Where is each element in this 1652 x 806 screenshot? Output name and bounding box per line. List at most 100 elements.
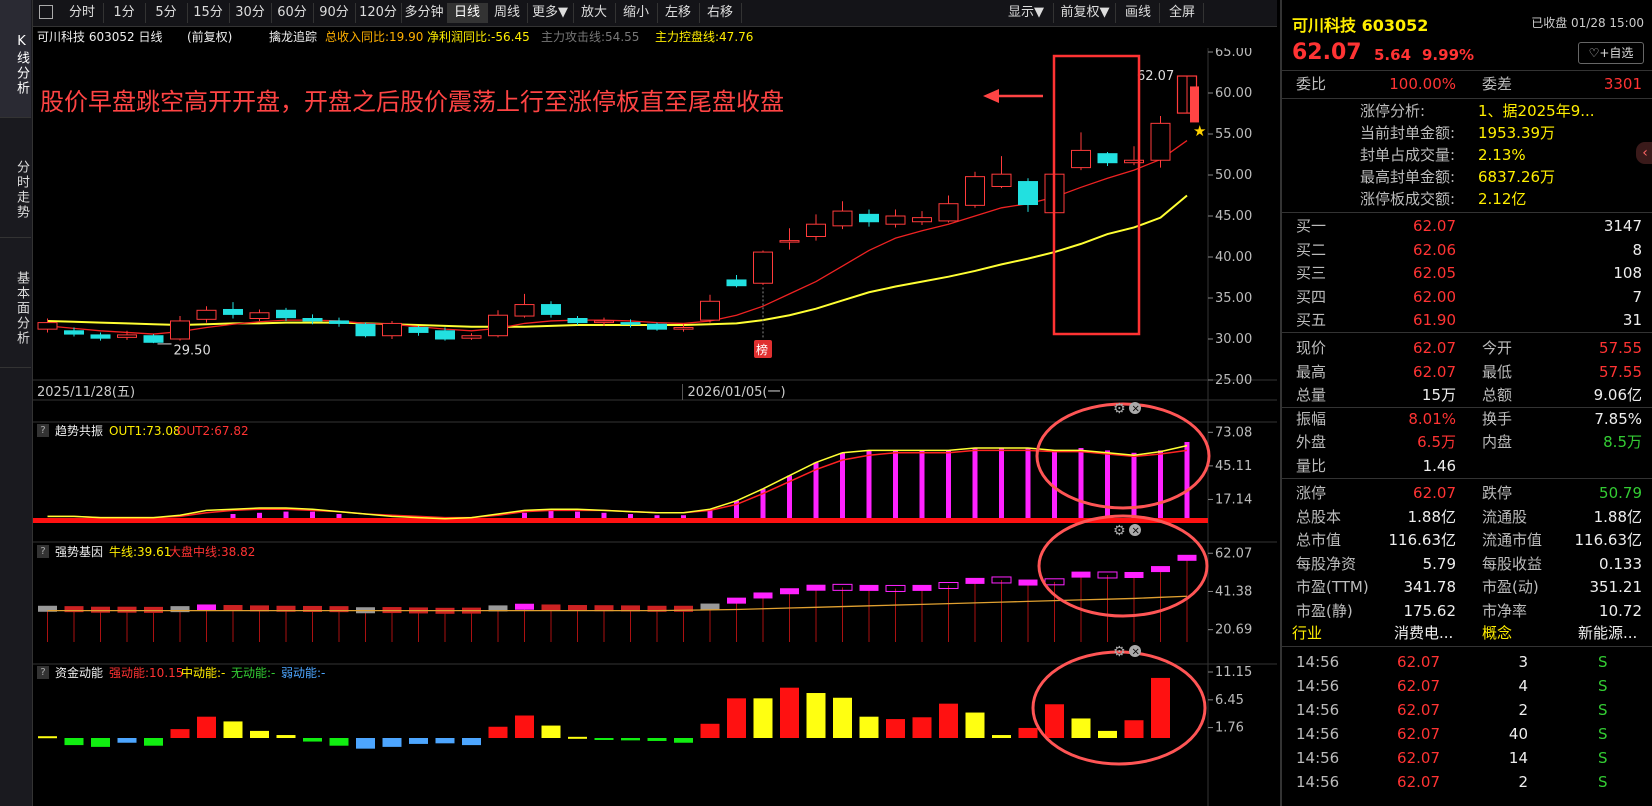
y-tick-label: 50.00: [1215, 168, 1252, 183]
period-button-13[interactable]: 缩小: [615, 3, 658, 23]
tick-trade-row: 14:56 62.07 2 S: [1296, 773, 1608, 791]
gear-icon[interactable]: ⚙: [1113, 401, 1126, 417]
candle-body: [355, 323, 376, 337]
momentum-bar: [753, 698, 773, 738]
momentum-bar: [250, 730, 269, 738]
help-icon[interactable]: ?: [37, 545, 49, 558]
momentum-bar: [727, 698, 746, 738]
order-ratio-row: 委比 100.00% 委差 3301: [1296, 75, 1642, 93]
y-tick-label: 25.00: [1215, 373, 1252, 388]
tab-intraday[interactable]: 分时走势: [0, 118, 31, 238]
toolbar-right-button-0[interactable]: 显示▼: [999, 3, 1054, 23]
quote-stat-row: 外盘 6.5万 内盘 8.5万: [1296, 433, 1642, 451]
period-button-7[interactable]: 120分: [355, 3, 402, 23]
chart-title: 可川科技 603052 日线: [37, 30, 163, 44]
candle-body: [249, 312, 270, 320]
limit-star-icon: ★: [1193, 122, 1206, 140]
momentum-bar: [91, 738, 110, 747]
sub3-name[interactable]: 资金动能: [55, 664, 103, 682]
period-button-12[interactable]: 放大: [573, 3, 616, 23]
fq-mode[interactable]: (前复权): [187, 27, 232, 47]
collapse-arrow-icon[interactable]: ‹: [1636, 142, 1652, 164]
period-button-5[interactable]: 60分: [271, 3, 314, 23]
candle-body: [673, 327, 694, 330]
momentum-bar: [939, 703, 958, 738]
grid-icon[interactable]: [39, 5, 53, 19]
period-button-9[interactable]: 日线: [447, 3, 488, 23]
period-button-14[interactable]: 左移: [657, 3, 700, 23]
period-button-8[interactable]: 多分钟: [401, 3, 448, 23]
resonance-bar: [1131, 452, 1137, 520]
period-button-6[interactable]: 90分: [313, 3, 356, 23]
limit-up-row: 封单占成交量: 2.13%: [1360, 146, 1526, 164]
y-tick-label: 20.69: [1215, 623, 1252, 638]
period-button-3[interactable]: 15分: [187, 3, 230, 23]
momentum-bar: [117, 738, 137, 743]
bid-level-row: 买一 62.07 3147: [1296, 217, 1642, 235]
momentum-bar: [541, 725, 561, 738]
candle-body: [117, 334, 137, 338]
y-tick-label: 30.00: [1215, 332, 1252, 347]
toolbar-right-button-3[interactable]: 全屏: [1161, 3, 1204, 23]
candle-body: [64, 330, 84, 335]
candle-body: [196, 309, 217, 320]
gene-block: [912, 584, 932, 591]
momentum-bar: [965, 712, 985, 738]
candle-body: [753, 251, 773, 284]
candle-body: [567, 318, 588, 324]
sub1-name[interactable]: 趋势共振: [55, 422, 103, 440]
tick-trade-row: 14:56 62.07 2 S: [1296, 701, 1608, 719]
toolbar-right-button-2[interactable]: 画线: [1117, 3, 1160, 23]
momentum-bar: [780, 687, 799, 738]
candle-body: [806, 223, 826, 237]
tab-fundamentals[interactable]: 基本面分析: [0, 238, 31, 368]
sub2-name[interactable]: 强势基因: [55, 543, 103, 561]
help-icon[interactable]: ?: [37, 666, 49, 679]
momentum-bar: [1098, 730, 1117, 738]
y-tick-label: 1.76: [1215, 721, 1244, 736]
out1-line: [47, 444, 1188, 520]
momentum-bar: [409, 738, 428, 744]
candle-body: [90, 334, 111, 339]
period-button-11[interactable]: 更多▼: [527, 3, 574, 23]
momentum-bar: [700, 723, 720, 738]
candle-body: [329, 320, 349, 324]
period-button-4[interactable]: 30分: [229, 3, 272, 23]
period-button-0[interactable]: 分时: [61, 3, 104, 23]
add-watchlist-button[interactable]: ♡+自选: [1578, 42, 1644, 64]
out2-line: [47, 449, 1188, 519]
candle-body: [541, 304, 561, 315]
gear-icon[interactable]: ⚙: [1113, 644, 1126, 660]
momentum-bar: [594, 738, 614, 740]
period-button-1[interactable]: 1分: [103, 3, 146, 23]
candle-body: [1150, 122, 1171, 161]
candle-body: [488, 314, 508, 337]
period-button-15[interactable]: 右移: [699, 3, 742, 23]
gene-block: [91, 606, 110, 613]
momentum-bar: [1071, 718, 1091, 738]
period-button-10[interactable]: 周线: [487, 3, 528, 23]
quote-stat-row: 总量 15万 总额 9.06亿: [1296, 386, 1642, 404]
resonance-bar: [866, 450, 872, 520]
resonance-bar: [840, 452, 845, 520]
momentum-bar: [144, 738, 163, 746]
gene-block: [144, 606, 163, 613]
sub1-out1: OUT1:73.08: [109, 424, 181, 438]
tick-trade-row: 14:56 62.07 4 S: [1296, 677, 1608, 695]
momentum-bar: [886, 719, 905, 738]
toolbar-right-button-1[interactable]: 前复权▼: [1055, 3, 1116, 23]
help-icon[interactable]: ?: [37, 424, 49, 437]
momentum-bar: [806, 693, 826, 738]
y-tick-label: 35.00: [1215, 291, 1252, 306]
sub3-header: ? 资金动能 强动能:10.15 中动能:- 无动能:- 弱动能:-: [33, 664, 1277, 682]
gear-icon[interactable]: ⚙: [1113, 523, 1126, 539]
resonance-bar: [946, 450, 951, 520]
tab-kline-analysis[interactable]: K线分析: [0, 0, 31, 118]
momentum-bar: [515, 715, 534, 738]
market-status: 已收盘 01/28 15:00: [1531, 16, 1644, 30]
tick-trade-row: 14:56 62.07 14 S: [1296, 749, 1608, 767]
indicator-name[interactable]: 擒龙追踪: [269, 27, 317, 47]
y-tick-label: 65.00: [1215, 48, 1252, 60]
period-toolbar: 分时 1分 5分 15分 30分 60分 90分 120分 多分钟 日线 周线 更多▼ 放大 缩小 左移 右移…: [33, 0, 1277, 27]
period-button-2[interactable]: 5分: [145, 3, 188, 23]
